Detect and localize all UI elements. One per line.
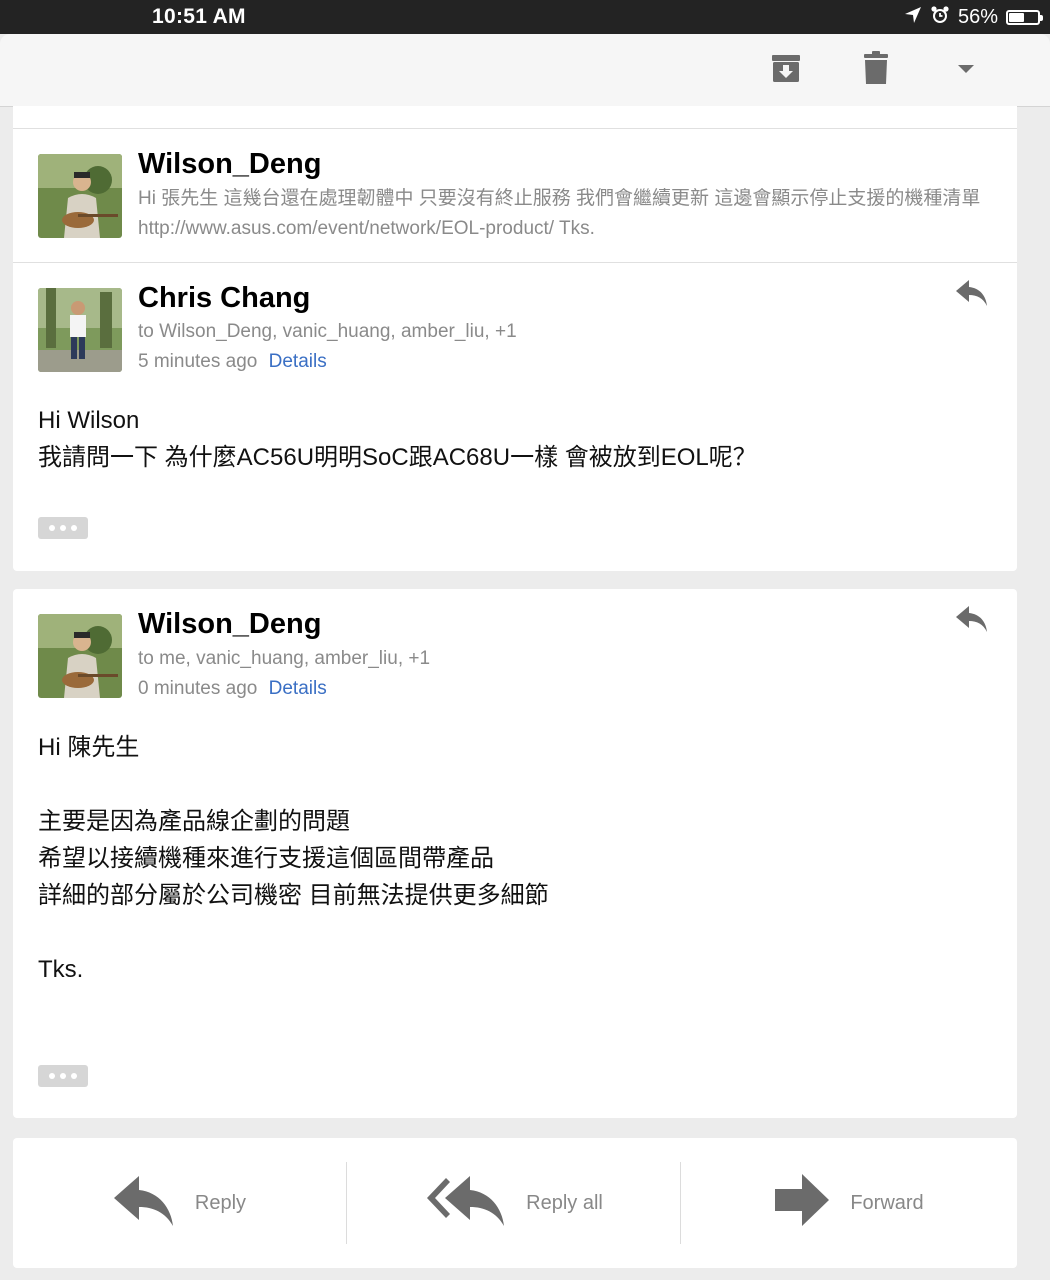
status-bar: 10:51 AM 56% [0, 0, 1050, 34]
details-link[interactable]: Details [269, 351, 327, 372]
show-quoted-button[interactable] [38, 1065, 88, 1087]
reply-all-action-button[interactable]: Reply all [347, 1138, 680, 1268]
more-actions-button[interactable] [946, 34, 986, 106]
status-time: 10:51 AM [152, 5, 246, 28]
forward-action-button[interactable]: Forward [681, 1138, 1017, 1268]
ellipsis-dot [60, 525, 66, 531]
ellipsis-dot [49, 525, 55, 531]
divider [13, 128, 1017, 129]
forward-action-label: Forward [850, 1191, 924, 1214]
archive-icon [770, 52, 802, 89]
recipients: to Wilson_Deng, vanic_huang, amber_liu, … [138, 321, 517, 342]
avatar [38, 154, 122, 238]
divider [13, 262, 1017, 263]
alarm-clock-icon [930, 5, 950, 30]
action-bar: Reply Reply all Forward [13, 1138, 1017, 1268]
ellipsis-dot [71, 525, 77, 531]
message-body: Hi 陳先生 主要是因為產品線企劃的問題 希望以接續機種來進行支援這個區間帶產品… [38, 734, 549, 983]
message-body: Hi Wilson 我請問一下 為什麼AC56U明明SoC跟AC68U一樣 會被… [38, 407, 757, 471]
ellipsis-dot [60, 1073, 66, 1079]
details-link[interactable]: Details [269, 678, 327, 699]
sender-name: Wilson_Deng [138, 608, 322, 640]
forward-arrow-icon [774, 1173, 830, 1233]
reply-arrow-icon [955, 606, 989, 638]
show-quoted-button[interactable] [38, 517, 88, 539]
reply-arrow-icon [113, 1174, 175, 1232]
reply-all-action-label: Reply all [526, 1191, 603, 1214]
archive-button[interactable] [766, 34, 806, 106]
trash-icon [862, 50, 890, 90]
battery-percent: 56% [957, 5, 998, 28]
delete-button[interactable] [856, 34, 896, 106]
sender-name: Wilson_Deng [138, 148, 322, 180]
message-snippet: Hi 張先生 這幾台還在處理韌體中 只要沒有終止服務 我們會繼續更新 這邊會顯示… [138, 188, 981, 239]
message-toolbar [0, 34, 1050, 107]
sender-name: Chris Chang [138, 282, 311, 314]
battery-level-fill [1009, 12, 1024, 22]
reply-all-arrow-icon [424, 1174, 506, 1232]
location-arrow-icon [904, 6, 922, 29]
reply-button[interactable] [955, 278, 989, 308]
recipients: to me, vanic_huang, amber_liu, +1 [138, 648, 431, 669]
thread-card: Wilson_Deng Hi 張先生 這幾台還在處理韌體中 只要沒有終止服務 我… [13, 106, 1017, 571]
ellipsis-dot [49, 1073, 55, 1079]
reply-button[interactable] [955, 604, 989, 634]
ellipsis-dot [71, 1073, 77, 1079]
battery-icon [1006, 9, 1043, 25]
message-time: 5 minutes ago [138, 351, 258, 372]
reply-arrow-icon [955, 280, 989, 312]
avatar [38, 288, 122, 372]
dropdown-caret-icon [957, 61, 975, 79]
avatar [38, 614, 122, 698]
reply-action-button[interactable]: Reply [13, 1138, 346, 1268]
message-card: Wilson_Deng to me, vanic_huang, amber_li… [13, 589, 1017, 1118]
message-time: 0 minutes ago [138, 678, 258, 699]
reply-action-label: Reply [194, 1191, 247, 1214]
